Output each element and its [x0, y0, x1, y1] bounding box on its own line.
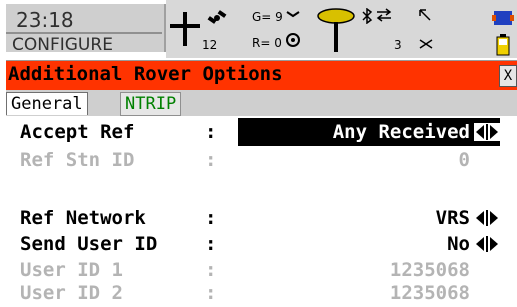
link-count: 3 — [394, 38, 402, 52]
transfer-icon — [376, 8, 392, 22]
tab-ntrip[interactable]: NTRIP — [120, 92, 182, 116]
ref-network-row[interactable]: Ref Network : VRS — [20, 204, 500, 232]
colon: : — [205, 207, 217, 229]
user-id-2-label: User ID 2 — [20, 282, 123, 304]
tab-general[interactable]: General — [6, 92, 88, 115]
network-icon — [419, 39, 433, 49]
close-button[interactable]: X — [499, 65, 517, 87]
r-value: R= 0 — [252, 36, 282, 50]
sat-count: 12 — [202, 38, 218, 52]
clock-time: 23:18 — [16, 8, 74, 32]
send-user-id-value: No — [447, 233, 470, 255]
ref-stn-id-value: 0 — [458, 149, 470, 171]
satellite-icon — [207, 10, 227, 24]
bluetooth-icon — [362, 8, 373, 24]
colon: : — [205, 149, 217, 171]
cursor-icon — [419, 9, 431, 21]
send-user-id-label: Send User ID — [20, 233, 158, 255]
accept-ref-row[interactable]: Accept Ref : Any Received — [20, 118, 500, 146]
window-title-bar: Additional Rover Options X — [6, 60, 517, 90]
ref-stn-id-row: Ref Stn ID : 0 — [20, 146, 500, 174]
tab-bar: General NTRIP — [6, 90, 517, 116]
left-right-arrows-icon[interactable] — [474, 209, 500, 227]
memory-icon — [492, 11, 514, 25]
left-right-arrows-icon[interactable] — [474, 123, 500, 141]
accept-ref-selector[interactable]: Any Received — [238, 118, 500, 146]
ref-network-label: Ref Network — [20, 207, 146, 229]
antenna-icon — [286, 11, 300, 47]
status-icons: 12 G= 9 R= 0 3 — [166, 0, 517, 58]
mode-label: CONFIGURE — [6, 32, 162, 56]
left-right-arrows-icon[interactable] — [474, 235, 500, 253]
status-bar: 23:18 CONFIGURE 12 G= 9 R= 0 3 — [0, 0, 517, 58]
accept-ref-label: Accept Ref — [20, 121, 135, 143]
accept-ref-value: Any Received — [332, 121, 470, 143]
colon: : — [205, 233, 217, 255]
ref-network-value: VRS — [435, 207, 470, 229]
clock-panel: 23:18 CONFIGURE — [6, 4, 166, 55]
user-id-2-value: 1235068 — [389, 282, 470, 304]
position-cross-icon — [170, 12, 200, 46]
g-value: G= 9 — [252, 10, 283, 24]
send-user-id-row[interactable]: Send User ID : No — [20, 230, 500, 258]
colon: : — [205, 121, 217, 143]
window-title: Additional Rover Options — [8, 63, 283, 85]
user-id-2-row: User ID 2 : 1235068 — [20, 279, 500, 307]
colon: : — [205, 282, 217, 304]
receiver-icon — [317, 8, 355, 52]
ref-stn-id-label: Ref Stn ID — [20, 149, 135, 171]
battery-icon — [496, 34, 510, 56]
